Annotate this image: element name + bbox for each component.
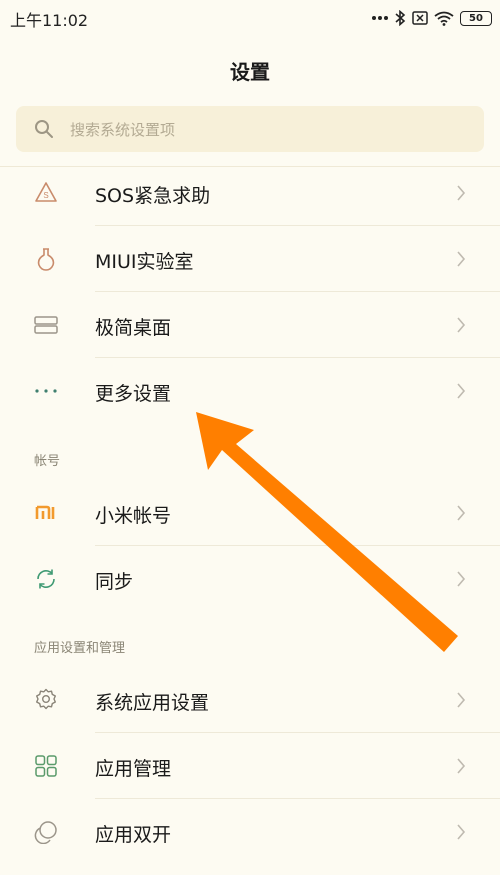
row-label: 同步 — [95, 571, 134, 593]
sidebar-item-minimal-desktop[interactable]: 极简桌面 — [0, 292, 500, 358]
row-label: 小米帐号 — [95, 505, 172, 527]
chevron-right-icon — [457, 824, 466, 840]
row-label: 极简桌面 — [95, 317, 172, 339]
sidebar-item-system-app-settings[interactable]: 系统应用设置 — [0, 667, 500, 733]
sim-off-icon — [412, 11, 428, 25]
mi-logo-icon — [35, 505, 55, 519]
apps-grid-icon — [35, 755, 57, 777]
row-label: 应用双开 — [95, 824, 172, 846]
chevron-right-icon — [457, 758, 466, 774]
svg-text:S: S — [43, 191, 48, 200]
chevron-right-icon — [457, 692, 466, 708]
dual-apps-icon — [34, 821, 57, 844]
bluetooth-icon — [395, 10, 406, 26]
sidebar-item-miui-lab[interactable]: MIUI实验室 — [0, 226, 500, 292]
battery-icon: 50 — [460, 10, 492, 26]
search-input[interactable]: 搜索系统设置项 — [16, 106, 484, 152]
minimal-desktop-icon — [34, 316, 58, 334]
wifi-icon — [434, 11, 454, 26]
chevron-right-icon — [457, 383, 466, 399]
status-time: 上午11:02 — [10, 11, 89, 30]
status-icons: 50 — [371, 6, 492, 30]
section-header-account: 帐号 — [34, 454, 61, 469]
row-label: 应用管理 — [95, 758, 172, 780]
chevron-right-icon — [457, 505, 466, 521]
chevron-right-icon — [457, 251, 466, 267]
sync-icon — [37, 569, 55, 589]
search-icon — [35, 120, 53, 138]
row-label: SOS紧急求助 — [95, 185, 211, 207]
row-label: 更多设置 — [95, 383, 172, 405]
chevron-right-icon — [457, 317, 466, 333]
section-header-app-settings: 应用设置和管理 — [34, 641, 126, 656]
sidebar-item-more-settings[interactable]: 更多设置 — [0, 358, 500, 424]
page-title: 设置 — [230, 60, 270, 84]
gear-icon — [36, 688, 56, 710]
row-label: MIUI实验室 — [95, 251, 194, 273]
search-placeholder: 搜索系统设置项 — [70, 121, 176, 139]
sidebar-item-sync[interactable]: 同步 — [0, 546, 500, 612]
sidebar-item-dual-apps[interactable]: 应用双开 — [0, 799, 500, 865]
chevron-right-icon — [457, 571, 466, 587]
more-dots-icon — [35, 389, 57, 393]
chevron-right-icon — [457, 185, 466, 201]
sidebar-item-app-management[interactable]: 应用管理 — [0, 733, 500, 799]
status-bar: 上午11:02 50 — [0, 0, 500, 36]
dots-icon — [372, 16, 388, 20]
row-label: 系统应用设置 — [95, 692, 210, 714]
sidebar-item-mi-account[interactable]: 小米帐号 — [0, 480, 500, 546]
sidebar-item-sos[interactable]: S SOS紧急求助 — [0, 160, 500, 226]
lab-flask-icon — [37, 248, 55, 271]
sos-icon: S — [35, 182, 57, 202]
